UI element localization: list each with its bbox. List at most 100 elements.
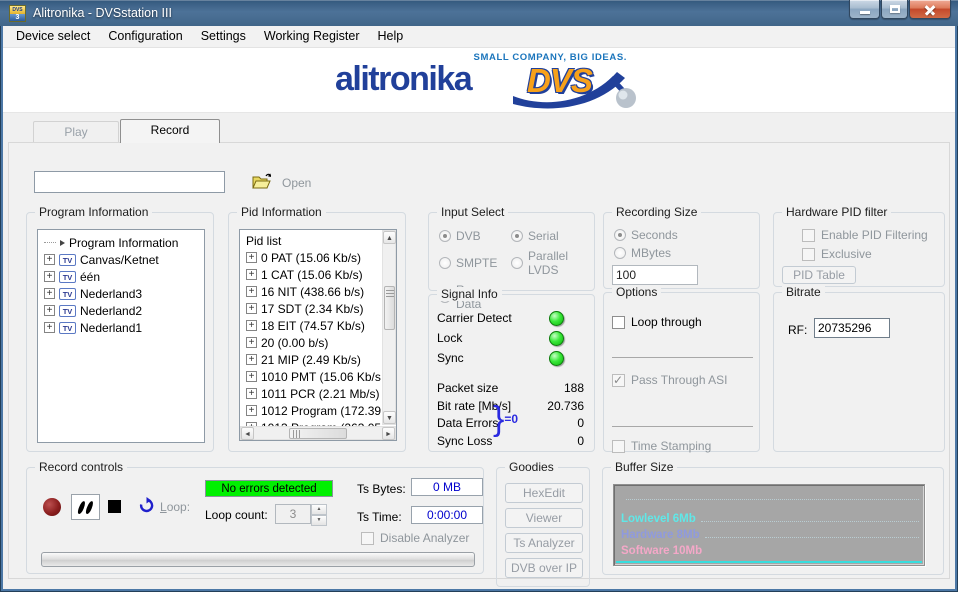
pid-item[interactable]: +17 SDT (2.34 Kb/s) <box>240 300 381 317</box>
stop-button[interactable] <box>108 500 121 513</box>
expand-icon[interactable]: + <box>246 320 257 331</box>
ts-time-value: 0:00:00 <box>411 506 483 524</box>
tree-root-item[interactable]: Program Information <box>38 234 204 251</box>
radio-parallel-lvds[interactable]: Parallel LVDS <box>511 249 594 277</box>
tab-play[interactable]: Play <box>33 121 119 142</box>
spin-down-icon[interactable]: ▼ <box>311 515 327 526</box>
pid-item[interactable]: +21 MIP (2.49 Kb/s) <box>240 351 381 368</box>
rf-bitrate-input[interactable] <box>814 318 890 338</box>
expand-icon[interactable]: + <box>246 269 257 280</box>
expand-icon[interactable]: + <box>246 405 257 416</box>
tree-item-n[interactable]: +TVéén <box>38 268 204 285</box>
options-title: Options <box>612 285 661 299</box>
close-button[interactable] <box>909 0 951 19</box>
tree-item-nederland1[interactable]: +TVNederland1 <box>38 319 204 336</box>
menu-item-help[interactable]: Help <box>369 26 413 47</box>
checkbox-icon <box>802 229 815 242</box>
goodies-title: Goodies <box>505 460 558 474</box>
pid-item[interactable]: +1 CAT (15.06 Kb/s) <box>240 266 381 283</box>
pid-table-button[interactable]: PID Table <box>782 266 856 284</box>
vscroll-thumb[interactable] <box>384 286 395 330</box>
buffer-dotted-leader <box>705 537 919 538</box>
checkbox-loop-through[interactable]: Loop through <box>612 315 702 329</box>
tv-icon: TV <box>59 254 76 266</box>
radio-serial[interactable]: Serial <box>511 229 594 243</box>
expand-icon[interactable]: + <box>246 371 257 382</box>
tree-item-canvas-ketnet[interactable]: +TVCanvas/Ketnet <box>38 251 204 268</box>
scroll-right-icon[interactable]: ► <box>382 427 395 440</box>
input-select-group: Input Select DVBSerialSMPTEParallel LVDS… <box>428 212 595 291</box>
button-dvb-over-ip[interactable]: DVB over IP <box>505 558 583 578</box>
record-button[interactable] <box>43 498 61 516</box>
pid-item[interactable]: +16 NIT (438.66 b/s) <box>240 283 381 300</box>
expand-icon[interactable]: + <box>246 286 257 297</box>
pid-item[interactable]: +1011 PCR (2.21 Mb/s) <box>240 385 381 402</box>
stat-value: 20.736 <box>547 399 584 413</box>
loop-count-stepper[interactable]: 3 ▲ ▼ <box>275 504 327 524</box>
checkbox-enable-pid-filtering[interactable]: Enable PID Filtering <box>802 228 928 242</box>
expand-icon[interactable]: + <box>44 271 55 282</box>
maximize-button[interactable] <box>881 0 908 19</box>
radio-dvb[interactable]: DVB <box>439 229 507 243</box>
program-tree[interactable]: Program Information+TVCanvas/Ketnet+TVéé… <box>37 229 205 443</box>
checkbox-label: Exclusive <box>821 247 872 261</box>
recording-size-input[interactable] <box>612 265 698 285</box>
radio-seconds[interactable]: Seconds <box>614 228 678 242</box>
loop-count-value[interactable]: 3 <box>275 504 311 524</box>
tab-record[interactable]: Record <box>120 119 220 143</box>
scroll-up-icon[interactable]: ▲ <box>383 231 396 244</box>
titlebar[interactable]: DVS 3 Alitronika - DVSstation III <box>0 0 958 26</box>
scroll-left-icon[interactable]: ◄ <box>241 427 254 440</box>
pid-item[interactable]: +20 (0.00 b/s) <box>240 334 381 351</box>
buffer-dotted-leader <box>701 521 919 522</box>
disable-analyzer-checkbox[interactable]: Disable Analyzer <box>361 531 469 545</box>
checkbox-exclusive[interactable]: Exclusive <box>802 247 872 261</box>
minimize-button[interactable] <box>849 0 880 19</box>
tree-item-nederland3[interactable]: +TVNederland3 <box>38 285 204 302</box>
tree-item-nederland2[interactable]: +TVNederland2 <box>38 302 204 319</box>
pid-item[interactable]: +18 EIT (74.57 Kb/s) <box>240 317 381 334</box>
errors-brace-annotation: } =0 <box>493 401 518 437</box>
buffer-dotted-leader <box>626 499 919 500</box>
menu-item-working-register[interactable]: Working Register <box>255 26 369 47</box>
pid-item-label: 20 (0.00 b/s) <box>261 336 328 350</box>
pid-hscrollbar[interactable]: ◄ ► <box>240 426 396 440</box>
menu-item-device-select[interactable]: Device select <box>7 26 99 47</box>
checkbox-icon <box>612 316 625 329</box>
open-label[interactable]: Open <box>282 176 311 190</box>
expand-icon[interactable]: + <box>246 337 257 348</box>
loop-icon[interactable] <box>138 497 155 514</box>
expand-icon[interactable]: + <box>246 252 257 263</box>
expand-icon[interactable]: + <box>44 322 55 333</box>
menu-item-settings[interactable]: Settings <box>192 26 255 47</box>
expand-icon[interactable]: + <box>246 303 257 314</box>
pid-item[interactable]: +0 PAT (15.06 Kb/s) <box>240 249 381 266</box>
hscroll-thumb[interactable] <box>289 428 347 439</box>
radio-smpte[interactable]: SMPTE <box>439 249 507 277</box>
button-hexedit[interactable]: HexEdit <box>505 483 583 503</box>
open-folder-icon[interactable] <box>251 172 273 190</box>
pid-vscrollbar[interactable]: ▲ ▼ <box>382 230 396 425</box>
spin-up-icon[interactable]: ▲ <box>311 504 327 515</box>
radio-mbytes[interactable]: MBytes <box>614 246 678 260</box>
expand-icon[interactable]: + <box>246 354 257 365</box>
expand-icon[interactable]: + <box>44 254 55 265</box>
expand-icon[interactable]: + <box>44 305 55 316</box>
button-ts-analyzer[interactable]: Ts Analyzer <box>505 533 583 553</box>
options-group: Options Loop throughPass Through ASITime… <box>603 292 760 452</box>
pid-item[interactable]: +1010 PMT (15.06 Kb/s) <box>240 368 381 385</box>
expand-icon[interactable]: + <box>44 288 55 299</box>
expand-icon[interactable]: + <box>246 388 257 399</box>
menu-item-configuration[interactable]: Configuration <box>99 26 191 47</box>
pid-item-label: 16 NIT (438.66 b/s) <box>261 285 364 299</box>
divider <box>612 426 753 427</box>
scroll-down-icon[interactable]: ▼ <box>383 411 396 424</box>
checkbox-pass-through-asi[interactable]: Pass Through ASI <box>612 373 728 387</box>
checkbox-time-stamping[interactable]: Time Stamping <box>612 439 711 453</box>
pause-button[interactable] <box>71 494 100 520</box>
pid-item[interactable]: +1012 Program (172.39 Kb. <box>240 402 381 419</box>
buffer-size-panel: Lowlevel 6MbHardware 8MbSoftware 10Mb <box>613 484 925 566</box>
pid-list[interactable]: Pid list+0 PAT (15.06 Kb/s)+1 CAT (15.06… <box>240 232 381 436</box>
button-viewer[interactable]: Viewer <box>505 508 583 528</box>
file-path-input[interactable] <box>34 171 225 193</box>
